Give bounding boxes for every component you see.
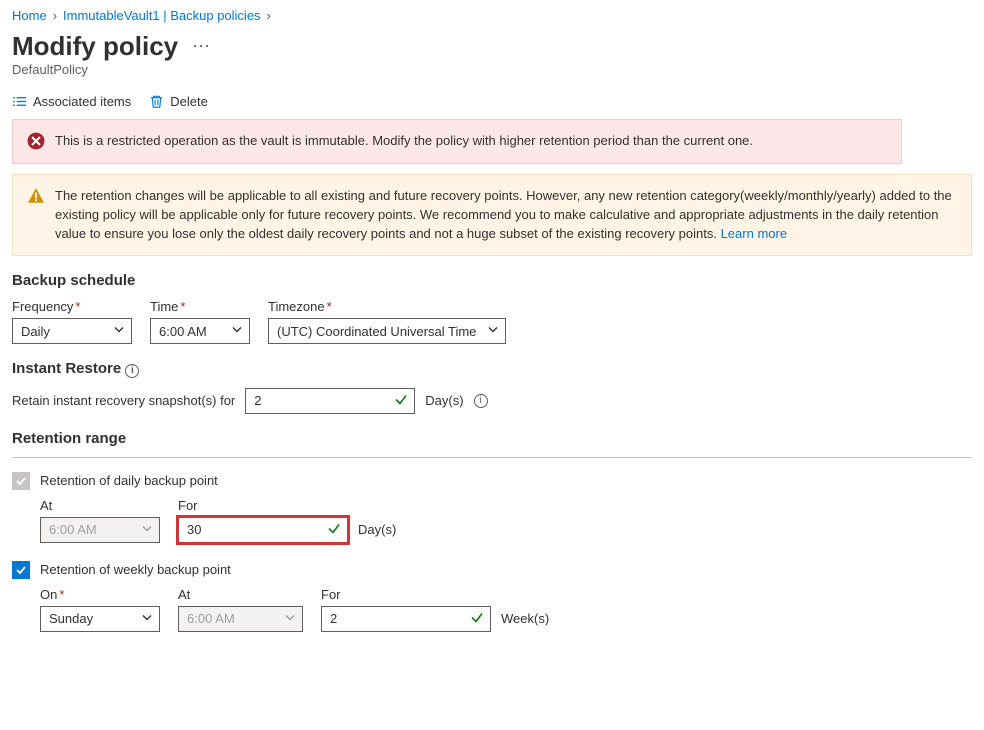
more-actions-button[interactable]: ··· (192, 35, 210, 56)
breadcrumb-home[interactable]: Home (12, 8, 47, 23)
frequency-select[interactable]: Daily (12, 318, 132, 344)
checkmark-icon (327, 521, 341, 538)
daily-at-select: 6:00 AM (40, 517, 160, 543)
weekly-retention-checkbox[interactable] (12, 561, 30, 579)
instant-restore-heading: Instant Restore i (12, 360, 972, 378)
delete-label: Delete (170, 94, 208, 109)
weekly-for-label: For (321, 587, 549, 602)
timezone-label: Timezone* (268, 299, 506, 314)
checkmark-icon (394, 392, 408, 409)
chevron-down-icon (141, 611, 153, 626)
chevron-down-icon (231, 324, 243, 339)
weekly-on-label: On* (40, 587, 160, 602)
delete-button[interactable]: Delete (149, 94, 208, 109)
time-label: Time* (150, 299, 250, 314)
warning-text: The retention changes will be applicable… (55, 187, 957, 244)
instant-days-suffix: Day(s) (425, 393, 463, 408)
chevron-right-icon: › (267, 8, 271, 23)
weekly-at-select: 6:00 AM (178, 606, 303, 632)
weekly-for-input[interactable]: 2 (321, 606, 491, 632)
timezone-select[interactable]: (UTC) Coordinated Universal Time (268, 318, 506, 344)
backup-schedule-heading: Backup schedule (12, 272, 972, 289)
info-icon[interactable]: i (474, 394, 488, 408)
page-subtitle: DefaultPolicy (12, 62, 972, 77)
checkmark-icon (470, 610, 484, 627)
chevron-down-icon (141, 522, 153, 537)
warning-banner: The retention changes will be applicable… (12, 174, 972, 257)
time-select[interactable]: 6:00 AM (150, 318, 250, 344)
instant-days-input[interactable]: 2 (245, 388, 415, 414)
breadcrumb-vault[interactable]: ImmutableVault1 | Backup policies (63, 8, 261, 23)
trash-icon (149, 94, 164, 109)
page-title: Modify policy (12, 31, 178, 62)
breadcrumb: Home › ImmutableVault1 | Backup policies… (12, 8, 972, 23)
weekly-for-suffix: Week(s) (501, 611, 549, 626)
chevron-down-icon (284, 611, 296, 626)
chevron-right-icon: › (53, 8, 57, 23)
error-banner: This is a restricted operation as the va… (12, 119, 902, 164)
chevron-down-icon (487, 324, 499, 339)
command-bar: Associated items Delete (12, 89, 972, 119)
chevron-down-icon (113, 324, 125, 339)
daily-retention-checkbox (12, 472, 30, 490)
weekly-retention-label: Retention of weekly backup point (40, 562, 231, 577)
learn-more-link[interactable]: Learn more (721, 226, 787, 241)
error-icon (27, 132, 45, 150)
error-text: This is a restricted operation as the va… (55, 132, 887, 151)
frequency-label: Frequency* (12, 299, 132, 314)
daily-for-suffix: Day(s) (358, 522, 396, 537)
weekly-at-label: At (178, 587, 303, 602)
weekly-on-select[interactable]: Sunday (40, 606, 160, 632)
daily-for-label: For (178, 498, 396, 513)
associated-items-button[interactable]: Associated items (12, 94, 131, 109)
list-icon (12, 94, 27, 109)
warning-icon (27, 187, 45, 205)
daily-at-label: At (40, 498, 160, 513)
retention-range-heading: Retention range (12, 430, 972, 447)
instant-retain-label: Retain instant recovery snapshot(s) for (12, 393, 235, 408)
daily-retention-label: Retention of daily backup point (40, 473, 218, 488)
info-icon[interactable]: i (125, 364, 139, 378)
daily-for-input[interactable]: 30 (178, 517, 348, 543)
associated-items-label: Associated items (33, 94, 131, 109)
divider (12, 457, 972, 458)
